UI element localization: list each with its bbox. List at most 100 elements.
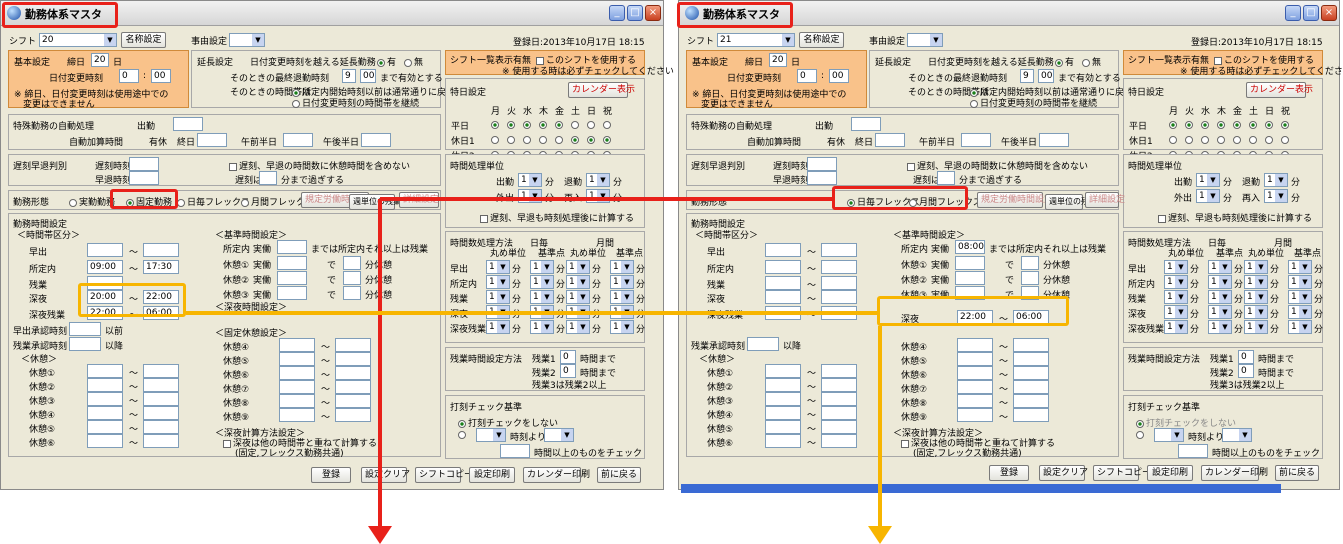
shift-select[interactable]: 21 ▼ (717, 33, 795, 47)
round-select[interactable]: 1 ▼ (1244, 275, 1268, 289)
shoteinai-from[interactable]: 09:00 (87, 260, 123, 274)
soutai-time-input[interactable] (129, 171, 159, 185)
kyukei-to[interactable] (821, 420, 857, 434)
kyukei-to[interactable] (143, 434, 179, 448)
kyukei-from[interactable] (765, 392, 801, 406)
round-select[interactable]: 1 ▼ (610, 290, 634, 304)
kotei-to[interactable] (335, 352, 371, 366)
kotei-from[interactable] (957, 408, 993, 422)
sainyu-unit-select[interactable]: 1 ▼ (586, 189, 610, 203)
register-button[interactable]: 登録 (989, 465, 1029, 481)
round-select[interactable]: 1 ▼ (530, 320, 554, 334)
saishu-min[interactable]: 00 (360, 69, 376, 83)
round-select[interactable]: 1 ▼ (1164, 290, 1188, 304)
shousai-button[interactable]: 詳細設定 (399, 192, 439, 208)
kyukei-to[interactable] (821, 364, 857, 378)
kotei-from[interactable] (279, 380, 315, 394)
round-checkbox[interactable]: 遅刻、早退も時刻処理後に計算する (480, 211, 634, 224)
close-button[interactable]: × (645, 5, 661, 21)
round-select[interactable]: 1 ▼ (566, 275, 590, 289)
chikoku-checkbox[interactable]: 遅刻、早退の時間数に休憩時間を含めない (229, 159, 410, 172)
kyukei-from[interactable] (765, 434, 801, 448)
round-select[interactable]: 1 ▼ (1208, 275, 1232, 289)
kyukei-from[interactable] (765, 364, 801, 378)
shousai-button[interactable]: 詳細設定 (1085, 192, 1125, 208)
round-select[interactable]: 1 ▼ (1288, 305, 1312, 319)
gaishutsu-unit-select[interactable]: 1 ▼ (518, 189, 542, 203)
round-select[interactable]: 1 ▼ (1164, 320, 1188, 334)
round-select[interactable]: 1 ▼ (486, 275, 510, 289)
kyukei-from[interactable] (87, 434, 123, 448)
round-select[interactable]: 1 ▼ (486, 305, 510, 319)
kyukei-to[interactable] (143, 392, 179, 406)
calendar-display-button[interactable]: カレンダー表示 (1246, 82, 1313, 98)
kijun-kyukei-min[interactable] (343, 271, 361, 285)
kijun-kyukei-min[interactable] (343, 256, 361, 270)
kotei-to[interactable] (335, 338, 371, 352)
kotei-to[interactable] (335, 380, 371, 394)
clear-button[interactable]: 設定クリア (1039, 465, 1088, 481)
kyukei-from[interactable] (87, 406, 123, 420)
kotei-to[interactable] (1013, 352, 1049, 366)
round-select[interactable]: 1 ▼ (566, 260, 590, 274)
encho-no[interactable]: 無 (1082, 55, 1101, 68)
zan2-input[interactable]: 0 (560, 364, 576, 378)
round-select[interactable]: 1 ▼ (1164, 305, 1188, 319)
shuujitsu-input[interactable] (197, 133, 227, 147)
hayade-nin-input[interactable] (69, 322, 101, 336)
gozen-input[interactable] (961, 133, 991, 147)
hayade-from[interactable] (765, 243, 801, 257)
close-button[interactable]: × (1321, 5, 1337, 21)
henko-min[interactable]: 00 (151, 69, 171, 83)
kijun-kyukei-input[interactable] (955, 271, 985, 285)
shoteinai-to[interactable] (821, 260, 857, 274)
saishu-min[interactable]: 00 (1038, 69, 1054, 83)
round-select[interactable]: 1 ▼ (486, 290, 510, 304)
kotei-to[interactable] (335, 408, 371, 422)
kijun-shotei-input[interactable] (277, 240, 307, 254)
dakoku-hours-input[interactable] (1178, 444, 1208, 458)
kotei-from[interactable] (957, 394, 993, 408)
zan1-input[interactable]: 0 (1238, 350, 1254, 364)
encho-yes[interactable]: 有 (1055, 55, 1074, 68)
gozen-input[interactable] (283, 133, 313, 147)
chikoku-time-input[interactable] (129, 157, 159, 171)
hayade-from[interactable] (87, 243, 123, 257)
kijun-kyukei-min[interactable] (343, 286, 361, 300)
dakoku-none-radio[interactable]: 打刻チェックをしない (1136, 416, 1236, 429)
kyukei-from[interactable] (765, 378, 801, 392)
kijun-kyukei-input[interactable] (955, 256, 985, 270)
round-select[interactable]: 1 ▼ (1244, 320, 1268, 334)
kotei-to[interactable] (335, 394, 371, 408)
dakoku-select2[interactable]: ▼ (544, 428, 574, 442)
round-select[interactable]: 1 ▼ (530, 260, 554, 274)
register-button[interactable]: 登録 (311, 467, 351, 483)
calendar-print-button[interactable]: カレンダー印刷 (1201, 465, 1268, 481)
shuuchou-button[interactable]: 週単位の残業設定 (1045, 194, 1113, 210)
round-select[interactable]: 1 ▼ (610, 275, 634, 289)
round-checkbox[interactable]: 遅刻、早退も時刻処理後に計算する (1158, 211, 1312, 224)
kotei-to[interactable] (1013, 366, 1049, 380)
minimize-button[interactable]: _ (609, 5, 625, 21)
round-select[interactable]: 1 ▼ (1208, 320, 1232, 334)
taikin-unit-select[interactable]: 1 ▼ (586, 173, 610, 187)
round-select[interactable]: 1 ▼ (610, 320, 634, 334)
kijun-kyukei-input[interactable] (277, 286, 307, 300)
shukkin-unit-select[interactable]: 1 ▼ (1196, 173, 1220, 187)
kyukei-from[interactable] (87, 392, 123, 406)
dakoku-select1[interactable]: ▼ (1154, 428, 1184, 442)
kotei-to[interactable] (1013, 380, 1049, 394)
round-select[interactable]: 1 ▼ (610, 260, 634, 274)
kotei-to[interactable] (1013, 338, 1049, 352)
round-select[interactable]: 1 ▼ (1244, 290, 1268, 304)
kyukei-to[interactable] (821, 378, 857, 392)
print-settings-button[interactable]: 設定印刷 (1147, 465, 1193, 481)
kyukei-to[interactable] (143, 364, 179, 378)
kotei-from[interactable] (279, 394, 315, 408)
round-select[interactable]: 1 ▼ (566, 320, 590, 334)
round-select[interactable]: 1 ▼ (1288, 290, 1312, 304)
round-select[interactable]: 1 ▼ (530, 290, 554, 304)
kyukei-to[interactable] (143, 378, 179, 392)
kyukei-from[interactable] (87, 420, 123, 434)
gaishutsu-unit-select[interactable]: 1 ▼ (1196, 189, 1220, 203)
